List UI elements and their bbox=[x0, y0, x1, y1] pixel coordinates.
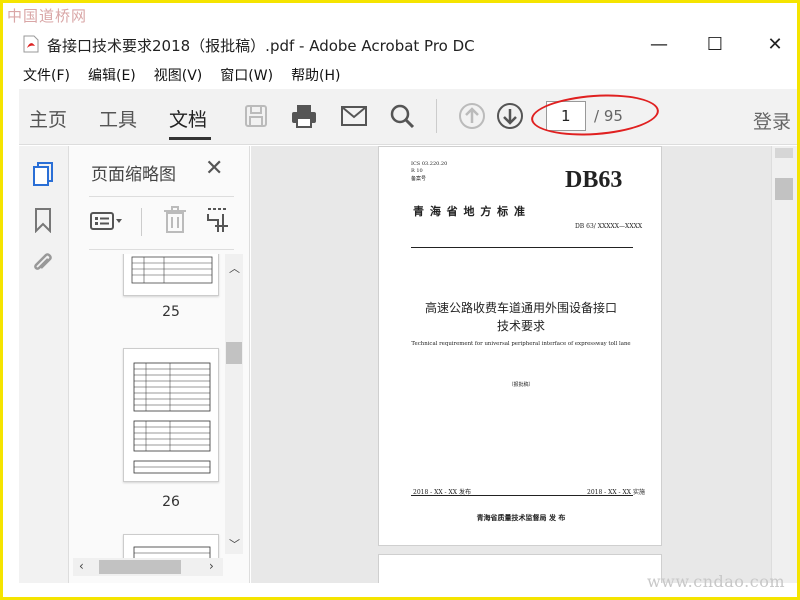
footer-rule bbox=[411, 495, 633, 496]
annotation-oval bbox=[529, 90, 661, 140]
class-code: R 10 bbox=[411, 168, 423, 174]
pdf-file-icon bbox=[23, 35, 39, 53]
app-window: 中国道桥网 备接口技术要求2018（报批稿）.pdf - Adobe Acrob… bbox=[3, 3, 797, 597]
active-tab-indicator bbox=[169, 137, 211, 140]
thumbnail-options-icon[interactable] bbox=[89, 206, 133, 236]
thumbnail-page-26[interactable] bbox=[123, 348, 219, 482]
thumbnails-panel: 页面缩略图 ✕ 25 26 ︿ ﹀ ‹ › bbox=[69, 146, 250, 583]
menu-bar: 文件(F) 编辑(E) 视图(V) 窗口(W) 帮助(H) bbox=[3, 63, 797, 87]
toolbar-separator bbox=[436, 99, 437, 133]
ics-code: ICS 03.220.20 bbox=[411, 161, 448, 167]
scroll-thumb[interactable] bbox=[775, 178, 793, 200]
publisher: 青海省质量技术监督局 发 布 bbox=[476, 513, 566, 522]
thumbnails-vertical-scrollbar[interactable]: ︿ ﹀ bbox=[225, 254, 243, 554]
divider bbox=[141, 208, 142, 236]
save-icon[interactable] bbox=[241, 101, 271, 131]
page-thumbnails-icon[interactable] bbox=[29, 160, 57, 188]
close-button[interactable]: ✕ bbox=[755, 31, 795, 57]
scroll-down-icon[interactable]: ﹀ bbox=[229, 536, 240, 552]
minimize-button[interactable]: — bbox=[639, 31, 679, 57]
menu-view[interactable]: 视图(V) bbox=[154, 65, 203, 85]
extract-pages-icon[interactable] bbox=[205, 206, 231, 238]
document-vertical-scrollbar[interactable] bbox=[771, 146, 797, 583]
navigation-rail bbox=[19, 146, 69, 583]
window-title: 备接口技术要求2018（报批稿）.pdf - Adobe Acrobat Pro… bbox=[47, 37, 475, 55]
login-button[interactable]: 登录 bbox=[753, 107, 791, 134]
scroll-up-icon[interactable] bbox=[775, 148, 793, 158]
mail-icon[interactable] bbox=[339, 101, 369, 131]
scroll-thumb[interactable] bbox=[226, 342, 242, 364]
header-rule bbox=[411, 247, 633, 248]
standard-number: DB 63/ XXXXX—XXXX bbox=[575, 223, 643, 230]
menu-file[interactable]: 文件(F) bbox=[23, 65, 70, 85]
search-icon[interactable] bbox=[387, 101, 417, 131]
thumbnail-label: 26 bbox=[162, 494, 180, 510]
divider bbox=[89, 196, 234, 197]
standard-code: DB63 bbox=[565, 167, 623, 193]
menu-window[interactable]: 窗口(W) bbox=[220, 65, 273, 85]
record-number: 备案号 bbox=[411, 176, 427, 182]
previous-page-icon[interactable] bbox=[457, 101, 487, 131]
doc-title-line1: 高速公路收费车道通用外围设备接口 bbox=[424, 301, 617, 315]
print-icon[interactable] bbox=[289, 101, 319, 131]
tab-home[interactable]: 主页 bbox=[29, 105, 67, 132]
watermark-top: 中国道桥网 bbox=[7, 7, 88, 25]
thumbnails-horizontal-scrollbar[interactable]: ‹ › bbox=[73, 558, 223, 576]
maximize-button[interactable]: ☐ bbox=[695, 31, 735, 57]
panel-title: 页面缩略图 bbox=[91, 165, 176, 185]
close-panel-icon[interactable]: ✕ bbox=[205, 156, 223, 181]
bookmarks-icon[interactable] bbox=[29, 206, 57, 234]
menu-edit[interactable]: 编辑(E) bbox=[88, 65, 136, 85]
standard-category: 青 海 省 地 方 标 准 bbox=[413, 205, 526, 218]
next-page-icon[interactable] bbox=[495, 101, 525, 131]
pdf-page-next bbox=[378, 554, 662, 583]
tab-tools[interactable]: 工具 bbox=[99, 105, 137, 132]
menu-help[interactable]: 帮助(H) bbox=[291, 65, 340, 85]
watermark-bottom: www.cndao.com bbox=[646, 572, 785, 591]
attachments-icon[interactable] bbox=[29, 250, 57, 278]
main-toolbar: 主页 工具 文档 1 / 95 登录 bbox=[19, 89, 797, 145]
delete-page-icon[interactable] bbox=[163, 206, 187, 238]
title-bar: 备接口技术要求2018（报批稿）.pdf - Adobe Acrobat Pro… bbox=[3, 27, 797, 61]
scroll-thumb[interactable] bbox=[99, 560, 181, 574]
thumbnail-label: 25 bbox=[162, 304, 180, 320]
scroll-right-icon[interactable]: › bbox=[209, 559, 214, 573]
thumbnail-list: 25 26 bbox=[69, 254, 225, 572]
scroll-left-icon[interactable]: ‹ bbox=[79, 559, 84, 573]
divider bbox=[89, 249, 234, 250]
doc-title-line2: 技术要求 bbox=[496, 319, 545, 333]
document-view: ICS 03.220.20 R 10 备案号 DB63 青 海 省 地 方 标 … bbox=[251, 146, 771, 583]
doc-stage: （报批稿） bbox=[508, 382, 534, 388]
doc-english-title: Technical requirement for universal peri… bbox=[411, 341, 631, 347]
tab-document[interactable]: 文档 bbox=[169, 105, 207, 132]
scroll-up-icon[interactable]: ︿ bbox=[229, 260, 240, 276]
thumbnail-page-25[interactable] bbox=[123, 254, 219, 296]
pdf-page: ICS 03.220.20 R 10 备案号 DB63 青 海 省 地 方 标 … bbox=[378, 146, 662, 546]
